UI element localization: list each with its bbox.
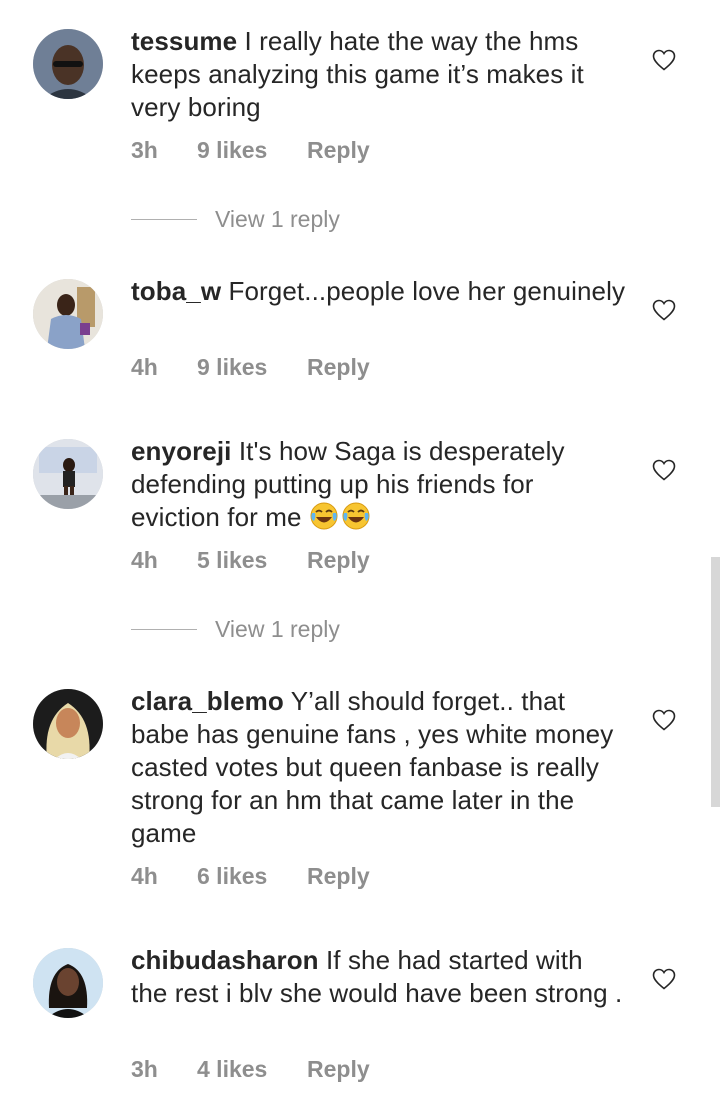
scrollbar[interactable]	[711, 557, 720, 807]
comment-username[interactable]: clara_blemo	[131, 686, 284, 716]
reply-button[interactable]: Reply	[307, 545, 370, 575]
comment-likes[interactable]: 9 likes	[197, 135, 267, 165]
like-button[interactable]	[652, 299, 676, 321]
comment-likes[interactable]: 4 likes	[197, 1054, 267, 1084]
face-with-tears-of-joy-icon	[309, 502, 373, 532]
avatar[interactable]	[33, 689, 103, 759]
like-button[interactable]	[652, 968, 676, 990]
divider-line	[131, 219, 197, 220]
comment-username[interactable]: chibudasharon	[131, 945, 319, 975]
comment-time: 4h	[131, 354, 158, 380]
like-button[interactable]	[652, 709, 676, 731]
comment-username[interactable]: enyoreji	[131, 436, 232, 466]
heart-outline-icon	[652, 299, 676, 321]
comment-text: Forget...people love her genuinely	[228, 276, 626, 306]
comments-screen: { "comments": [ {"username":"tessume","t…	[0, 0, 720, 1102]
avatar[interactable]	[33, 279, 103, 349]
view-replies-label: View 1 reply	[215, 616, 340, 642]
heart-outline-icon	[652, 968, 676, 990]
comment-time: 3h	[131, 137, 158, 163]
reply-button[interactable]: Reply	[307, 135, 370, 165]
comment-username[interactable]: tessume	[131, 26, 237, 56]
comment-likes[interactable]: 5 likes	[197, 545, 267, 575]
divider-line	[131, 629, 197, 630]
comment-username[interactable]: toba_w	[131, 276, 221, 306]
reply-button[interactable]: Reply	[307, 352, 370, 382]
comment-likes[interactable]: 6 likes	[197, 861, 267, 891]
heart-outline-icon	[652, 459, 676, 481]
comment-likes[interactable]: 9 likes	[197, 352, 267, 382]
comment-time: 3h	[131, 1056, 158, 1082]
heart-outline-icon	[652, 49, 676, 71]
reply-button[interactable]: Reply	[307, 1054, 370, 1084]
reply-button[interactable]: Reply	[307, 861, 370, 891]
like-button[interactable]	[652, 459, 676, 481]
avatar[interactable]	[33, 29, 103, 99]
view-replies-label: View 1 reply	[215, 206, 340, 232]
like-button[interactable]	[652, 49, 676, 71]
avatar[interactable]	[33, 948, 103, 1018]
avatar[interactable]	[33, 439, 103, 509]
heart-outline-icon	[652, 709, 676, 731]
comment-time: 4h	[131, 547, 158, 573]
comment-time: 4h	[131, 863, 158, 889]
